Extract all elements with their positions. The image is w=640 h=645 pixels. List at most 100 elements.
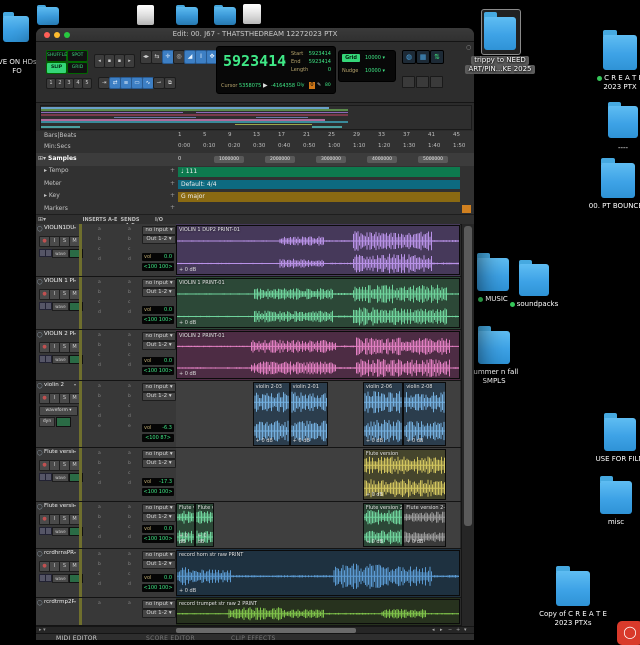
icon-label-create-2023-ptx[interactable]: C R E A T E2023 PTX bbox=[585, 74, 640, 92]
output-selector[interactable]: Out 1-2 ▾ bbox=[142, 609, 176, 618]
bottom-tab-score-editor[interactable]: SCORE EDITOR bbox=[146, 635, 195, 640]
vertical-scrollbar[interactable] bbox=[461, 224, 474, 626]
track-header[interactable]: ◯VIOLIN 1 PRINT▾●ISMwaveaabbccddno input… bbox=[36, 277, 176, 329]
pencil-mini-icon[interactable]: ✎ bbox=[317, 82, 321, 88]
track-list-icon[interactable]: ⊞▾ bbox=[38, 216, 46, 223]
ruler-row-samples[interactable]: ⊞▾Samples0100000020000003000000400000050… bbox=[36, 153, 474, 167]
insert-slot[interactable]: d bbox=[98, 257, 101, 262]
edit-mode-shuffle[interactable]: SHUFFLE bbox=[46, 50, 67, 62]
folder-icon-save-on-hds[interactable] bbox=[3, 12, 29, 42]
send-slot[interactable]: a bbox=[128, 227, 131, 232]
audio-clip[interactable]: Flute ver+ 0 dB bbox=[195, 503, 215, 547]
send-slot[interactable]: d bbox=[128, 582, 131, 587]
view-mini-button[interactable]: wave bbox=[52, 473, 69, 482]
icon-label-use-for-film[interactable]: USE FOR FILM bbox=[585, 455, 640, 464]
track-name-menu-icon[interactable]: ▾ bbox=[74, 550, 76, 555]
insert-slot[interactable]: d bbox=[98, 414, 101, 419]
input-selector[interactable]: no input ▾ bbox=[142, 600, 176, 609]
insert-slot[interactable]: c bbox=[98, 300, 100, 305]
window-config-button-1[interactable] bbox=[416, 76, 429, 88]
input-selector[interactable]: no input ▾ bbox=[142, 383, 176, 392]
send-slot[interactable]: c bbox=[128, 525, 130, 530]
insert-slot[interactable]: c bbox=[98, 404, 100, 409]
ruler-row-tempo[interactable]: ▸ Tempo♩ 111+ bbox=[36, 166, 474, 180]
automation-icon[interactable] bbox=[45, 574, 52, 582]
send-slot[interactable]: a bbox=[128, 552, 131, 557]
volume-display[interactable]: vol-17.3 bbox=[142, 478, 174, 486]
pan-display[interactable]: <100 100> bbox=[142, 316, 174, 324]
ruler-row-markers[interactable]: Markers+ bbox=[36, 204, 474, 215]
input-selector[interactable]: no input ▾ bbox=[142, 504, 176, 513]
icon-label-misc[interactable]: misc bbox=[581, 518, 640, 527]
insert-slot[interactable]: b bbox=[98, 237, 101, 242]
volume-display[interactable]: vol0.0 bbox=[142, 574, 174, 582]
send-slot[interactable]: a bbox=[128, 384, 131, 389]
track-name-menu-icon[interactable]: ▾ bbox=[74, 278, 76, 283]
volume-display[interactable]: vol-6.3 bbox=[142, 424, 174, 432]
track-header[interactable]: ◯rcrdhrnsPRINT▾●ISMwaveaabbccddno input … bbox=[36, 549, 176, 597]
icon-label-soundpacks[interactable]: soundpacks bbox=[499, 300, 569, 309]
key-value-bar[interactable]: G major bbox=[178, 192, 460, 202]
track-lane[interactable]: record trumpet str raw 2 PRINT bbox=[176, 598, 460, 625]
track-name-menu-icon[interactable]: ▾ bbox=[74, 331, 76, 336]
output-selector[interactable]: Out 1-2 ▾ bbox=[142, 513, 176, 522]
track-name-menu-icon[interactable]: ▾ bbox=[74, 599, 76, 604]
automation-icon[interactable] bbox=[45, 302, 52, 310]
red-app-icon[interactable]: ◯ bbox=[617, 621, 640, 645]
audio-clip[interactable]: violin 2-03+ 0 dB bbox=[253, 382, 290, 446]
track-header[interactable]: ◯Flute version▾●ISMwaveaabbccddno input … bbox=[36, 448, 176, 501]
output-selector[interactable]: Out 1-2 ▾ bbox=[142, 459, 176, 468]
toolbar-expand-icon[interactable]: ○ bbox=[466, 44, 471, 51]
edit-mode-grid[interactable]: GRID bbox=[67, 62, 88, 74]
track-lane[interactable]: Flute version+ 0 dB bbox=[176, 448, 460, 501]
insert-slot[interactable]: c bbox=[98, 353, 100, 358]
meter-value-bar[interactable]: Default: 4/4 bbox=[178, 180, 460, 189]
counter-dropdown-icon[interactable]: ▾ bbox=[283, 59, 286, 65]
zoom-control-3[interactable]: ▸ bbox=[124, 54, 135, 68]
send-slot[interactable]: e bbox=[128, 424, 131, 429]
volume-display[interactable]: vol0.0 bbox=[142, 253, 174, 261]
output-selector[interactable]: Out 1-2 ▾ bbox=[142, 341, 176, 350]
audio-clip[interactable]: violin 2-01+ 0 dB bbox=[290, 382, 328, 446]
folder-icon-music[interactable] bbox=[477, 253, 509, 291]
track-name[interactable]: violin 2 bbox=[44, 382, 74, 388]
insert-slot[interactable]: a bbox=[98, 280, 101, 285]
track-name[interactable]: rcrdtrmp2PRINT bbox=[44, 599, 74, 605]
dyn-button[interactable]: dyn bbox=[39, 417, 55, 427]
view-mini-button[interactable]: wave bbox=[52, 355, 69, 364]
window-titlebar[interactable]: Edit: 00. J67 - THATSTHEDREAM 12272023 P… bbox=[36, 28, 474, 42]
track-header[interactable]: ◯rcrdtrmp2PRINT▾aano input ▾Out 1-2 ▾ bbox=[36, 598, 176, 625]
pan-display[interactable]: <100 87> bbox=[142, 434, 174, 442]
pan-display[interactable]: <100 100> bbox=[142, 367, 174, 375]
audio-clip[interactable]: record horn str raw PRINT+ 0 dB bbox=[176, 550, 460, 596]
track-lane[interactable]: violin 2-03+ 0 dBviolin 2-01+ 0 dBviolin… bbox=[176, 381, 460, 447]
status-orange-box[interactable]: 0 bbox=[309, 82, 315, 89]
track-lane[interactable]: VIOLIN 2 PRINT-01+ 0 dB bbox=[176, 330, 460, 380]
insert-slot[interactable]: d bbox=[98, 363, 101, 368]
insert-slot[interactable]: b bbox=[98, 343, 101, 348]
insert-slot[interactable]: a bbox=[98, 505, 101, 510]
track-name-menu-icon[interactable]: ▾ bbox=[74, 225, 76, 230]
metronome-icon[interactable]: ▦ bbox=[416, 50, 430, 64]
send-slot[interactable]: b bbox=[128, 515, 131, 520]
audio-clip[interactable]: Flute ver+ 0 dB bbox=[176, 503, 195, 547]
send-slot[interactable]: b bbox=[128, 290, 131, 295]
send-slot[interactable]: d bbox=[128, 535, 131, 540]
icon-label-dashes[interactable]: ---- bbox=[588, 144, 640, 153]
folder-icon-pt-bounces[interactable] bbox=[601, 158, 635, 198]
send-slot[interactable]: d bbox=[128, 363, 131, 368]
send-slot[interactable]: b bbox=[128, 562, 131, 567]
audio-clip[interactable]: Flute version 2-08+ 0 dB bbox=[363, 503, 403, 547]
output-selector[interactable]: Out 1-2 ▾ bbox=[142, 392, 176, 401]
send-slot[interactable]: d bbox=[128, 257, 131, 262]
grid-button[interactable]: Grid bbox=[342, 54, 360, 62]
folder-icon-summer-n-fall-smpls[interactable] bbox=[478, 326, 510, 364]
send-slot[interactable]: b bbox=[128, 237, 131, 242]
track-header[interactable]: ◯Flute version 2▾●ISMwaveaabbccddno inpu… bbox=[36, 502, 176, 548]
edit-mode-slip[interactable]: SLIP bbox=[46, 62, 67, 74]
track-header[interactable]: ◯violin 2▾●ISMwaveform ▾dynaabbccddeeno … bbox=[36, 381, 176, 447]
send-slot[interactable]: b bbox=[128, 343, 131, 348]
input-selector[interactable]: no input ▾ bbox=[142, 551, 176, 560]
universe-overview[interactable] bbox=[40, 105, 472, 130]
send-slot[interactable]: a bbox=[128, 451, 131, 456]
